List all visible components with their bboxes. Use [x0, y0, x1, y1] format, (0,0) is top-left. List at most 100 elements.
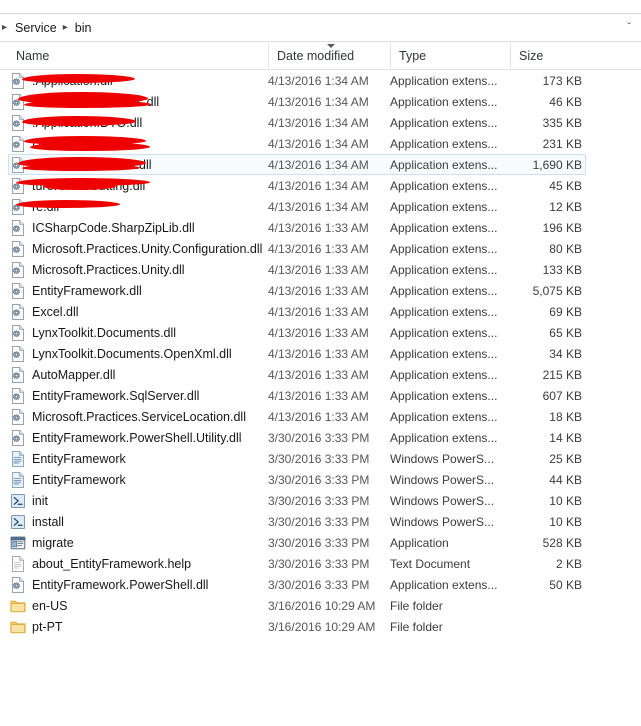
file-row[interactable]: Excel.dll 4/13/2016 1:33 AM Application ex…: [0, 301, 641, 322]
file-name-cell[interactable]: re.dll: [10, 196, 268, 217]
file-row[interactable]: .DistributedServices.dll 4/13/2016 1:34 A…: [0, 91, 641, 112]
file-row[interactable]: Microsoft.Practices.Unity.Configuration.…: [0, 238, 641, 259]
file-date-modified-cell: 4/13/2016 1:33 AM: [268, 283, 369, 298]
file-name-label: init: [32, 493, 48, 508]
file-size-cell: 50 KB: [549, 577, 582, 592]
file-type-cell: Application extens...: [390, 241, 498, 256]
breadcrumb-item-service[interactable]: Service: [13, 19, 59, 37]
file-row[interactable]: EntityFramework.dll 4/13/2016 1:33 AM Appl…: [0, 280, 641, 301]
file-row[interactable]: init 3/30/2016 3:33 PM Windows PowerS... 10…: [0, 490, 641, 511]
file-row[interactable]: migrate 3/30/2016 3:33 PM Application 528 K…: [0, 532, 641, 553]
file-row[interactable]: EntityFramework.SqlServer.dll 4/13/2016 1…: [0, 385, 641, 406]
file-date-modified-cell: 4/13/2016 1:33 AM: [268, 325, 369, 340]
column-header-date-modified[interactable]: Date modified: [268, 43, 390, 69]
file-name-label: EntityFramework: [32, 451, 126, 466]
column-header-type-label: Type: [399, 49, 427, 63]
file-name-cell[interactable]: Microsoft.Practices.ServiceLocation.dll: [10, 406, 268, 427]
file-name-label: Excel.dll: [32, 304, 79, 319]
dll-icon: [10, 303, 26, 320]
file-name-cell[interactable]: Infrastructure.Data.dll: [10, 154, 268, 175]
file-size-cell: 12 KB: [549, 199, 582, 214]
file-name-label: about_EntityFramework.help: [32, 556, 192, 571]
file-name-cell[interactable]: .DistributedServices.dll: [10, 91, 268, 112]
file-name-cell[interactable]: init: [10, 490, 268, 511]
file-name-cell[interactable]: pt-PT: [10, 616, 268, 637]
file-row[interactable]: .Application.DTO.dll 4/13/2016 1:34 AM App…: [0, 112, 641, 133]
column-header-row: Name Date modified Type Size: [0, 43, 641, 70]
file-list[interactable]: .Application.dll 4/13/2016 1:34 AM Applica…: [0, 70, 641, 726]
file-type-cell: Application extens...: [390, 283, 498, 298]
file-name-cell[interactable]: Domain.dll: [10, 133, 268, 154]
file-name-cell[interactable]: Excel.dll: [10, 301, 268, 322]
file-type-cell: Application extens...: [390, 304, 498, 319]
dll-icon: [10, 282, 26, 299]
application-exe-icon: [10, 535, 26, 551]
file-name-label: install: [32, 514, 64, 529]
file-type-cell: Windows PowerS...: [390, 451, 495, 466]
file-row[interactable]: EntityFramework.PowerShell.Utility.dll 3/…: [0, 427, 641, 448]
file-row[interactable]: EntityFramework 3/30/2016 3:33 PM Windows …: [0, 469, 641, 490]
file-row[interactable]: about_EntityFramework.help 3/30/2016 3:33…: [0, 553, 641, 574]
column-header-date-modified-label: Date modified: [277, 49, 355, 63]
file-size-cell: 80 KB: [549, 241, 582, 256]
column-header-size[interactable]: Size: [510, 43, 590, 69]
chevron-down-icon[interactable]: ˇ: [627, 22, 631, 33]
file-row[interactable]: EntityFramework.PowerShell.dll 3/30/2016 …: [0, 574, 641, 595]
file-type-cell: Windows PowerS...: [390, 493, 495, 508]
breadcrumb-item-bin[interactable]: bin: [73, 19, 94, 37]
file-row[interactable]: LynxToolkit.Documents.OpenXml.dll 4/13/20…: [0, 343, 641, 364]
file-name-cell[interactable]: EntityFramework.dll: [10, 280, 268, 301]
file-name-cell[interactable]: install: [10, 511, 268, 532]
dll-icon: [10, 93, 26, 110]
file-row[interactable]: Microsoft.Practices.Unity.dll 4/13/2016 1…: [0, 259, 641, 280]
file-size-cell: 607 KB: [542, 388, 582, 403]
file-row[interactable]: re.dll 4/13/2016 1:34 AM Application exten…: [0, 196, 641, 217]
file-name-cell[interactable]: ICSharpCode.SharpZipLib.dll: [10, 217, 268, 238]
file-size-cell: 45 KB: [549, 178, 582, 193]
file-row[interactable]: .Application.dll 4/13/2016 1:34 AM Applica…: [0, 70, 641, 91]
file-name-cell[interactable]: EntityFramework.PowerShell.Utility.dll: [10, 427, 268, 448]
file-row[interactable]: EntityFramework 3/30/2016 3:33 PM Windows …: [0, 448, 641, 469]
file-name-cell[interactable]: EntityFramework: [10, 469, 268, 490]
file-date-modified-cell: 4/13/2016 1:33 AM: [268, 367, 369, 382]
file-row[interactable]: AutoMapper.dll 4/13/2016 1:33 AM Applicati…: [0, 364, 641, 385]
file-row[interactable]: pt-PT 3/16/2016 10:29 AM File folder: [0, 616, 641, 637]
file-name-cell[interactable]: .Application.dll: [10, 70, 268, 91]
file-row[interactable]: ture.CrossCutting.dll 4/13/2016 1:34 AM Ap…: [0, 175, 641, 196]
file-name-cell[interactable]: EntityFramework: [10, 448, 268, 469]
address-bar[interactable]: ▸ Service ▸ bin ˇ: [0, 13, 641, 42]
dll-icon: [10, 408, 26, 425]
file-name-cell[interactable]: about_EntityFramework.help: [10, 553, 268, 574]
file-name-cell[interactable]: Microsoft.Practices.Unity.dll: [10, 259, 268, 280]
file-name-cell[interactable]: migrate: [10, 532, 268, 553]
file-type-cell: Application extens...: [390, 220, 498, 235]
file-size-cell: 44 KB: [549, 472, 582, 487]
file-row[interactable]: en-US 3/16/2016 10:29 AM File folder: [0, 595, 641, 616]
file-size-cell: 10 KB: [549, 514, 582, 529]
file-name-cell[interactable]: EntityFramework.PowerShell.dll: [10, 574, 268, 595]
dll-icon: [10, 345, 26, 362]
file-row[interactable]: install 3/30/2016 3:33 PM Windows PowerS..…: [0, 511, 641, 532]
file-date-modified-cell: 3/16/2016 10:29 AM: [268, 619, 376, 634]
file-name-cell[interactable]: AutoMapper.dll: [10, 364, 268, 385]
file-date-modified-cell: 3/30/2016 3:33 PM: [268, 577, 370, 592]
file-row[interactable]: Infrastructure.Data.dll 4/13/2016 1:34 AM…: [0, 154, 641, 175]
file-date-modified-cell: 4/13/2016 1:34 AM: [268, 199, 369, 214]
file-name-cell[interactable]: EntityFramework.SqlServer.dll: [10, 385, 268, 406]
file-name-cell[interactable]: LynxToolkit.Documents.dll: [10, 322, 268, 343]
file-name-label: .Application.dll: [32, 73, 113, 88]
file-row[interactable]: Domain.dll 4/13/2016 1:34 AM Application e…: [0, 133, 641, 154]
file-name-cell[interactable]: ture.CrossCutting.dll: [10, 175, 268, 196]
column-header-name[interactable]: Name: [8, 43, 268, 69]
file-name-cell[interactable]: .Application.DTO.dll: [10, 112, 268, 133]
dll-icon: [10, 324, 26, 341]
dll-icon: [10, 219, 26, 236]
file-row[interactable]: ICSharpCode.SharpZipLib.dll 4/13/2016 1:3…: [0, 217, 641, 238]
file-row[interactable]: LynxToolkit.Documents.dll 4/13/2016 1:33 …: [0, 322, 641, 343]
file-name-cell[interactable]: Microsoft.Practices.Unity.Configuration.…: [10, 238, 268, 259]
file-row[interactable]: Microsoft.Practices.ServiceLocation.dll 4…: [0, 406, 641, 427]
column-header-type[interactable]: Type: [390, 43, 510, 69]
file-name-cell[interactable]: en-US: [10, 595, 268, 616]
breadcrumb-separator: ▸: [62, 21, 68, 33]
file-name-cell[interactable]: LynxToolkit.Documents.OpenXml.dll: [10, 343, 268, 364]
